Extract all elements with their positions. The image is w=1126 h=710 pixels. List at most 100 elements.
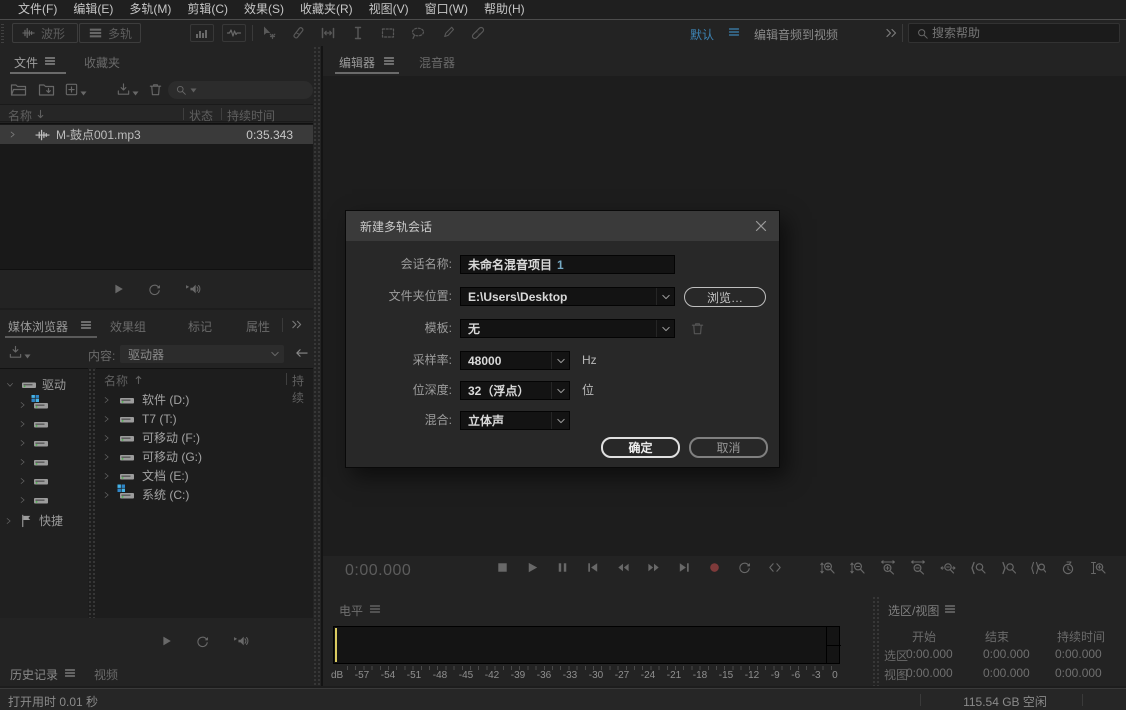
skip-to-next-icon[interactable]: [677, 560, 692, 575]
workspace-default[interactable]: 默认: [690, 26, 714, 43]
skip-to-previous-icon[interactable]: [585, 560, 600, 575]
zoom-out-time-icon[interactable]: [910, 560, 926, 576]
drive-row[interactable]: T7 (T:): [96, 409, 313, 428]
chevron-down-icon[interactable]: [551, 352, 569, 369]
tab-selection-view[interactable]: 选区/视图: [888, 602, 939, 619]
tree-list-splitter[interactable]: [88, 368, 96, 618]
time-selection-tool[interactable]: [350, 25, 366, 41]
close-icon[interactable]: [755, 220, 767, 232]
content-dropdown[interactable]: 驱动器: [120, 345, 284, 363]
lasso-selection-tool[interactable]: [410, 25, 426, 41]
spectral-display-toggle[interactable]: [190, 24, 214, 42]
ok-button[interactable]: 确定: [601, 437, 680, 458]
stop-icon[interactable]: [495, 560, 510, 575]
menu-window[interactable]: 窗口(W): [417, 0, 476, 19]
multitrack-view-button[interactable]: 多轨: [79, 23, 141, 43]
tree-drive-item[interactable]: [0, 490, 88, 509]
tab-history[interactable]: 历史记录: [10, 666, 58, 683]
full-zoom-icon[interactable]: [1090, 560, 1106, 576]
tree-drive-item[interactable]: [0, 452, 88, 471]
open-file-icon[interactable]: [10, 82, 27, 97]
tab-levels[interactable]: 电平: [339, 602, 363, 619]
menu-edit[interactable]: 编辑(E): [65, 0, 121, 19]
help-search-box[interactable]: [908, 23, 1120, 43]
chevron-collapsed-icon[interactable]: [102, 414, 111, 424]
selection-start-value[interactable]: 0:00.000: [906, 647, 953, 661]
pause-icon[interactable]: [555, 560, 570, 575]
play-icon[interactable]: [111, 282, 125, 296]
tab-editor[interactable]: 编辑器: [339, 54, 375, 71]
play-icon[interactable]: [525, 560, 540, 575]
trash-icon[interactable]: [148, 82, 163, 97]
tab-effects-rack[interactable]: 效果组: [110, 318, 146, 335]
bit-depth-dropdown[interactable]: 32（浮点）: [460, 381, 570, 400]
fast-forward-icon[interactable]: [646, 560, 662, 575]
play-icon[interactable]: [159, 634, 173, 648]
level-meter[interactable]: [333, 626, 840, 664]
chevron-collapsed-icon[interactable]: [102, 452, 111, 462]
menu-effects[interactable]: 效果(S): [236, 0, 292, 19]
chevron-collapsed-icon[interactable]: [4, 516, 13, 526]
chevron-collapsed-icon[interactable]: [18, 495, 27, 505]
chevron-down-icon[interactable]: [656, 320, 674, 337]
tab-markers[interactable]: 标记: [188, 318, 212, 335]
loop-playback-icon[interactable]: [737, 560, 752, 575]
sample-rate-dropdown[interactable]: 48000: [460, 351, 570, 370]
waveform-display-toggle[interactable]: [222, 24, 246, 42]
toolbar-gripper[interactable]: [1, 23, 4, 43]
files-search-box[interactable]: [168, 81, 313, 99]
mix-dropdown[interactable]: 立体声: [460, 411, 570, 430]
menu-favorites[interactable]: 收藏夹(R): [292, 0, 361, 19]
chevron-down-icon[interactable]: [551, 412, 569, 429]
tab-files[interactable]: 文件: [14, 54, 38, 71]
razor-tool[interactable]: [290, 25, 306, 41]
tab-video[interactable]: 视频: [94, 666, 118, 683]
zoom-in-time-icon[interactable]: [880, 560, 896, 576]
editor-panel-menu-icon[interactable]: [383, 56, 395, 66]
files-panel-menu-icon[interactable]: [44, 56, 56, 66]
back-arrow-icon[interactable]: [294, 347, 309, 359]
import-file-icon[interactable]: [38, 82, 55, 97]
drive-row[interactable]: 可移动 (F:): [96, 428, 313, 447]
timed-record-icon[interactable]: [1060, 560, 1076, 576]
move-tool[interactable]: [260, 25, 276, 41]
dialog-title-bar[interactable]: 新建多轨会话: [346, 211, 779, 241]
files-col-name[interactable]: 名称: [8, 107, 32, 124]
tree-root-drives[interactable]: 驱动: [0, 375, 88, 394]
zoom-to-in-point-icon[interactable]: [970, 560, 986, 576]
bottom-panel-gripper[interactable]: [872, 596, 880, 686]
record-icon[interactable]: [707, 560, 722, 575]
drive-row[interactable]: 可移动 (G:): [96, 447, 313, 466]
zoom-out-amplitude-icon[interactable]: [850, 560, 866, 576]
panel-overflow-icon[interactable]: [290, 319, 303, 330]
export-icon[interactable]: [116, 82, 139, 97]
column-separator[interactable]: [183, 108, 184, 120]
menu-clip[interactable]: 剪辑(C): [179, 0, 236, 19]
workspace-menu-icon[interactable]: [728, 27, 740, 37]
expand-chevron-icon[interactable]: [8, 130, 17, 139]
chevron-collapsed-icon[interactable]: [102, 433, 111, 443]
browse-button[interactable]: 浏览…: [684, 287, 766, 307]
marquee-selection-tool[interactable]: [380, 25, 396, 41]
drive-row[interactable]: 系统 (C:): [96, 485, 313, 504]
auto-play-icon[interactable]: [184, 282, 203, 296]
selection-panel-menu-icon[interactable]: [944, 604, 956, 614]
chevron-collapsed-icon[interactable]: [18, 419, 27, 429]
tree-drive-item[interactable]: [0, 433, 88, 452]
menu-help[interactable]: 帮助(H): [476, 0, 533, 19]
template-dropdown[interactable]: 无: [460, 319, 675, 338]
menu-multitrack[interactable]: 多轨(M): [121, 0, 179, 19]
media-col-name[interactable]: 名称: [104, 372, 128, 389]
menu-file[interactable]: 文件(F): [10, 0, 65, 19]
skip-selection-icon[interactable]: [767, 560, 783, 575]
chevron-down-icon[interactable]: [551, 382, 569, 399]
tab-mixer[interactable]: 混音器: [419, 54, 455, 71]
view-duration-value[interactable]: 0:00.000: [1055, 666, 1102, 680]
chevron-collapsed-icon[interactable]: [18, 476, 27, 486]
session-name-input[interactable]: 未命名混音项目 1: [460, 255, 675, 274]
paintbrush-tool[interactable]: [440, 25, 456, 41]
files-col-duration[interactable]: 持续时间: [227, 107, 275, 124]
panel-resize-gripper[interactable]: [313, 46, 321, 686]
tab-properties[interactable]: 属性: [246, 318, 270, 335]
chevron-collapsed-icon[interactable]: [102, 490, 111, 500]
